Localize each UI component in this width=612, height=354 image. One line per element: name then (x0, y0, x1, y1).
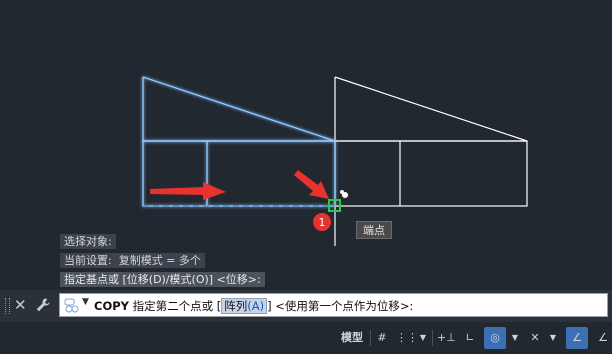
red-arrow-horizontal (150, 182, 226, 200)
isodraft-icon[interactable]: ✕ (526, 327, 544, 349)
status-bar: 模型 # ⋮⋮ ▼ +⊥ ∟ ◎ ▼ ✕ ▼ ∠ ∠ (0, 322, 612, 354)
infer-constraints-icon[interactable]: +⊥ (437, 327, 456, 349)
step-badge-number: 1 (319, 216, 326, 229)
command-prompt: COPY 指定第二个点或 [阵列(A)] <使用第一个点作为位移>: (94, 298, 414, 314)
snap-tooltip: 端点 (356, 221, 392, 239)
command-history-line: 选择对象: (60, 234, 116, 249)
command-history-line: 当前设置: 复制模式 = 多个 (60, 253, 205, 268)
close-icon[interactable]: ✕ (14, 296, 27, 314)
red-arrow-diagonal (294, 170, 329, 199)
wrench-icon[interactable] (35, 297, 51, 313)
command-name: COPY (94, 299, 129, 313)
command-line-bar: ✕ ▼ COPY 指定第二个点或 [阵列(A)] <使用第一个点作为位移>: (0, 290, 612, 322)
chevron-down-icon[interactable]: ▼ (419, 327, 427, 349)
snap-icon[interactable]: ⋮⋮ (396, 327, 418, 349)
polar-tracking-icon[interactable]: ◎ (484, 327, 506, 349)
drag-handle[interactable] (5, 298, 10, 314)
command-history-line: 指定基点或 [位移(D)/模式(O)] <位移>: (60, 272, 265, 287)
chevron-down-icon[interactable]: ▼ (549, 327, 557, 349)
object-snap-icon[interactable]: ∠ (566, 327, 588, 349)
chevron-down-icon[interactable]: ▼ (82, 297, 89, 307)
grid-icon[interactable]: # (373, 327, 391, 349)
model-tab[interactable]: 模型 (335, 327, 369, 349)
array-option[interactable]: 阵列(A) (221, 298, 268, 314)
ortho-icon[interactable]: ∟ (461, 327, 479, 349)
angle-icon[interactable]: ∠ (594, 327, 612, 349)
selected-geometry[interactable] (142, 76, 336, 207)
chevron-down-icon[interactable]: ▼ (511, 327, 519, 349)
command-input[interactable]: ▼ COPY 指定第二个点或 [阵列(A)] <使用第一个点作为位移>: (59, 293, 608, 317)
